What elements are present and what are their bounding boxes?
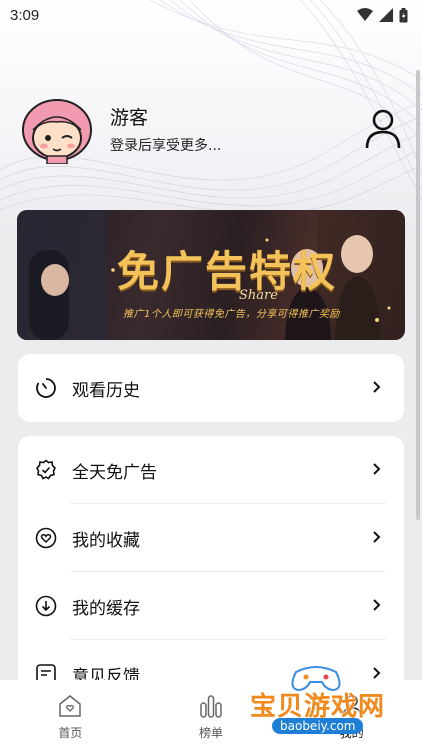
- home-icon: [59, 695, 82, 717]
- chevron-right-icon: [373, 381, 381, 393]
- history-icon: [36, 378, 56, 398]
- watermark: 宝贝游戏网 baobeiy.com: [246, 660, 392, 744]
- menu-item-ad-free[interactable]: 全天免广告: [18, 436, 404, 504]
- status-time: 3:09: [10, 6, 40, 24]
- menu-item-label: 全天免广告: [72, 462, 157, 483]
- signal-icon: [379, 8, 393, 22]
- profile-name[interactable]: 游客: [110, 103, 221, 130]
- profile-login-hint[interactable]: 登录后享受更多...: [110, 135, 221, 155]
- wifi-icon: [357, 8, 373, 21]
- menu-item-history[interactable]: 观看历史: [18, 354, 404, 422]
- menu-item-label: 观看历史: [72, 380, 140, 401]
- banner-subtitle: 推广1个人即可获得免广告，分享可得推广奖励: [123, 309, 340, 320]
- user-icon[interactable]: [364, 108, 402, 150]
- chevron-right-icon: [373, 463, 381, 475]
- profile-section[interactable]: 游客 登录后享受更多...: [20, 94, 410, 164]
- menu-item-downloads[interactable]: 我的缓存: [18, 572, 404, 640]
- tab-label: 首页: [58, 726, 83, 740]
- download-icon: [35, 595, 57, 617]
- chart-icon: [200, 695, 222, 718]
- ad-free-banner[interactable]: 免广告特权 Share 推广1个人即可获得免广告，分享可得推广奖励: [17, 210, 405, 340]
- menu-item-label: 我的缓存: [72, 598, 140, 619]
- avatar[interactable]: [20, 94, 94, 164]
- shield-check-icon: [36, 459, 56, 480]
- menu-card: 全天免广告 我的收藏 我的缓存 意见反馈: [18, 436, 404, 696]
- chevron-right-icon: [373, 599, 381, 611]
- scrollbar[interactable]: [416, 70, 420, 520]
- watermark-url: baobeiy.com: [272, 718, 364, 734]
- history-card: 观看历史: [18, 354, 404, 422]
- status-icons: [357, 7, 408, 23]
- chevron-right-icon: [373, 531, 381, 543]
- menu-item-label: 我的收藏: [72, 530, 140, 551]
- heart-icon: [35, 527, 57, 549]
- status-bar: 3:09: [0, 0, 422, 30]
- menu-item-favorites[interactable]: 我的收藏: [18, 504, 404, 572]
- banner-title: 免广告特权: [117, 247, 338, 296]
- tab-home[interactable]: 首页: [0, 680, 141, 750]
- tab-label: 榜单: [199, 726, 224, 740]
- banner-share-label: Share: [239, 288, 278, 303]
- battery-icon: [399, 7, 408, 22]
